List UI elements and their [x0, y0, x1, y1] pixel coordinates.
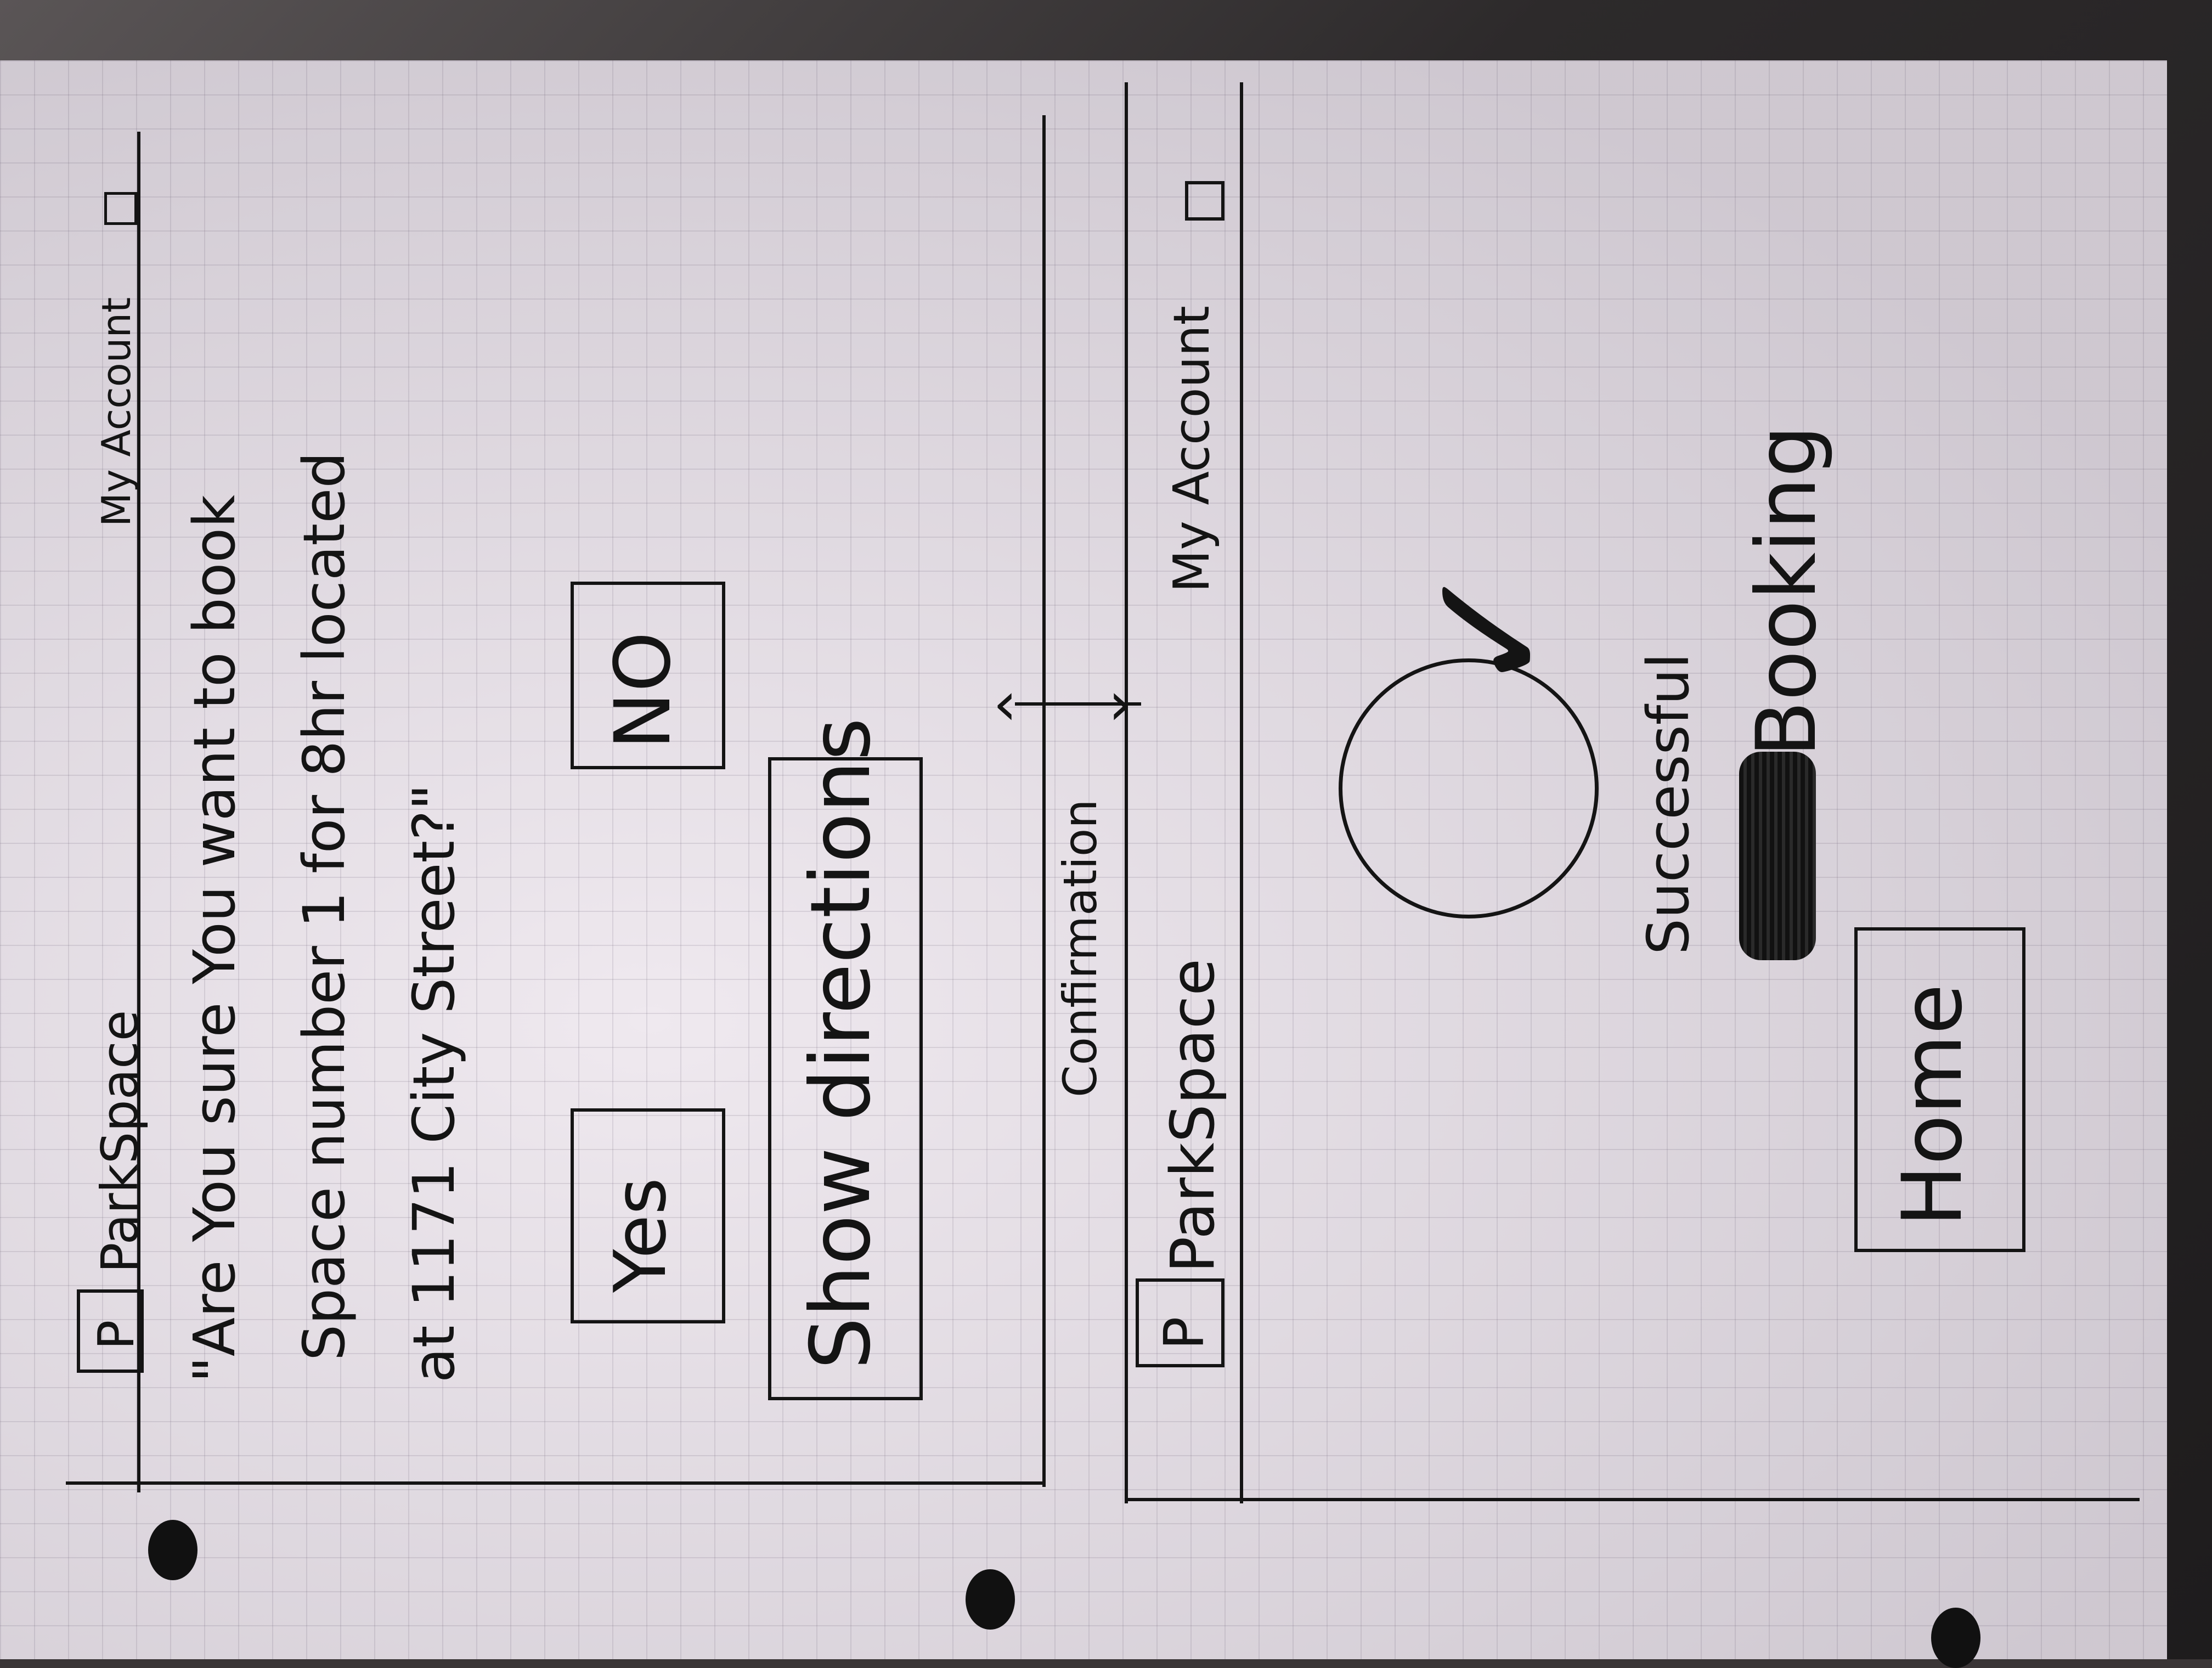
binder-hole	[966, 1569, 1015, 1630]
transition-arrow-tail: ‹	[993, 668, 1017, 739]
screen2-header-divider	[1240, 82, 1243, 1503]
yes-button-label: Yes	[599, 1177, 682, 1293]
screen2-brand[interactable]: ParkSpace	[1158, 959, 1228, 1273]
binder-hole	[148, 1520, 198, 1580]
screen2-logo-letter: P	[1152, 1316, 1216, 1350]
no-button[interactable]: NO	[571, 582, 725, 769]
screen1-question-line1: "Are You sure You want to book	[181, 494, 248, 1383]
yes-button[interactable]: Yes	[571, 1108, 725, 1323]
screen1-logo-letter: P	[88, 1320, 145, 1350]
transition-label: Confirmation	[1053, 799, 1107, 1097]
screen2-bottom-border	[1125, 1498, 2140, 1501]
screen1-account-icon[interactable]	[104, 192, 137, 225]
transition-arrow-head: ›	[1108, 668, 1132, 739]
screen1-account-link[interactable]: My Account	[93, 297, 139, 527]
screen1-question-line2: Space number 1 for 8hr located	[291, 452, 358, 1361]
success-label: Successful	[1635, 652, 1702, 955]
booking-label: Booking	[1739, 425, 1835, 757]
home-button[interactable]: Home	[1854, 927, 2025, 1252]
home-button-label: Home	[1885, 984, 1980, 1227]
show-directions-button[interactable]: Show directions	[768, 718, 923, 1400]
no-button-label: NO	[599, 632, 688, 750]
check-mark-icon: ✓	[1393, 559, 1585, 697]
screen1-question-line3: at 1171 City Street?"	[400, 784, 467, 1383]
screen2-account-link[interactable]: My Account	[1163, 306, 1221, 593]
success-check-circle	[1339, 658, 1599, 918]
screen1-brand[interactable]: ParkSpace	[91, 1010, 149, 1273]
screen1-bottom-border	[66, 1481, 1042, 1485]
show-directions-label: Show directions	[793, 718, 889, 1370]
screen2-top-border	[1125, 82, 1128, 1503]
screen2-account-icon[interactable]	[1185, 181, 1224, 221]
crossed-out-word	[1739, 752, 1816, 960]
